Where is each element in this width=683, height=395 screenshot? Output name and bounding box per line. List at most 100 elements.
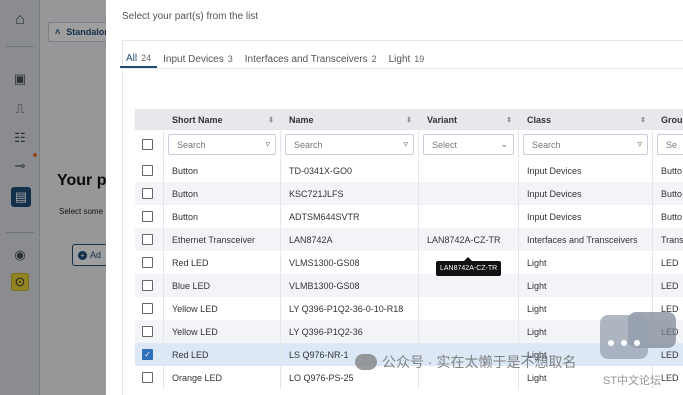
cell-name: ADTSM644SVTR <box>281 205 419 228</box>
cell-group: Butto <box>653 182 683 205</box>
sort-icon[interactable]: ⇕ <box>506 116 512 124</box>
class-search-input[interactable]: Search ▿ <box>523 134 648 155</box>
row-checkbox[interactable] <box>142 211 153 222</box>
cell-variant <box>419 159 519 182</box>
row-checkbox[interactable] <box>142 372 153 383</box>
tab-interfaces-and-transceivers[interactable]: Interfaces and Transceivers 2 <box>239 50 383 68</box>
tab-label: Interfaces and Transceivers <box>244 53 368 65</box>
name-search-input[interactable]: Search ▿ <box>285 134 414 155</box>
category-tabs: All 24 Input Devices 3 Interfaces and Tr… <box>120 50 430 70</box>
wechat-icon <box>355 354 377 370</box>
select-all-checkbox[interactable] <box>142 139 153 150</box>
column-header-group[interactable]: Grou <box>653 109 683 130</box>
cell-variant <box>419 297 519 320</box>
table-header: Short Name ⇕ Name ⇕ Variant ⇕ Class ⇕ Gr… <box>135 109 683 130</box>
cell-class: Input Devices <box>519 159 653 182</box>
cell-name: VLMS1300-GS08 <box>281 251 419 274</box>
name-filter-cell: Search ▿ <box>281 131 419 158</box>
tab-input-devices[interactable]: Input Devices 3 <box>157 50 239 68</box>
cell-name: KSC721JLFS <box>281 182 419 205</box>
select-all-cell <box>135 131 164 158</box>
sort-icon[interactable]: ⇕ <box>640 116 646 124</box>
dialog-title: Select your part(s) from the list <box>122 11 259 22</box>
cell-short-name: Orange LED <box>164 366 281 389</box>
cell-group: LED <box>653 251 683 274</box>
table-row[interactable]: Blue LED VLMB1300-GS08 Light LED <box>135 274 683 297</box>
sort-icon[interactable]: ⇕ <box>268 116 274 124</box>
tab-count: 2 <box>371 54 377 64</box>
row-checkbox[interactable] <box>142 326 153 337</box>
cell-class: Interfaces and Transceivers <box>519 228 653 251</box>
row-checkbox[interactable] <box>142 280 153 291</box>
filter-icon[interactable]: ▿ <box>265 139 270 150</box>
column-label: Short Name <box>172 114 223 125</box>
group-filter-cell: Se <box>653 131 683 158</box>
chat-bubble-icon <box>600 315 648 359</box>
row-checkbox[interactable] <box>142 165 153 176</box>
tab-light[interactable]: Light 19 <box>383 50 431 68</box>
row-checkbox[interactable] <box>142 303 153 314</box>
row-checkbox[interactable] <box>142 257 153 268</box>
watermark-secondary: ST中文论坛 <box>603 375 662 387</box>
cell-group: LED <box>653 274 683 297</box>
cell-name: VLMB1300-GS08 <box>281 274 419 297</box>
tab-label: Input Devices <box>163 53 224 65</box>
column-label: Variant <box>427 114 458 125</box>
cell-class: Light <box>519 251 653 274</box>
table-row[interactable]: Button KSC721JLFS Input Devices Butto <box>135 182 683 205</box>
row-checkbox[interactable] <box>142 234 153 245</box>
filter-icon[interactable]: ▿ <box>637 139 642 150</box>
cell-short-name: Button <box>164 182 281 205</box>
table-row[interactable]: Red LED VLMS1300-GS08 Light LED <box>135 251 683 274</box>
row-checkbox[interactable]: ✓ <box>142 349 153 360</box>
group-search-input[interactable]: Se <box>657 134 683 155</box>
cell-short-name: Button <box>164 205 281 228</box>
cell-variant <box>419 182 519 205</box>
tab-count: 19 <box>414 54 425 64</box>
filter-row: Search ▿ Search ▿ Select ⌄ Search ▿ Se <box>135 131 683 158</box>
tab-count: 24 <box>141 53 152 63</box>
tab-count: 3 <box>227 54 233 64</box>
cell-short-name: Red LED <box>164 343 281 366</box>
column-header-name[interactable]: Name ⇕ <box>281 109 419 130</box>
column-label: Name <box>289 114 314 125</box>
cell-name: TD-0341X-GO0 <box>281 159 419 182</box>
variant-filter-cell: Select ⌄ <box>419 131 519 158</box>
class-filter-cell: Search ▿ <box>519 131 653 158</box>
cell-short-name: Yellow LED <box>164 297 281 320</box>
table-row[interactable]: Yellow LED LY Q396-P1Q2-36-0-10-R18 Ligh… <box>135 297 683 320</box>
table-row[interactable]: Ethernet Transceiver LAN8742A LAN8742A-C… <box>135 228 683 251</box>
table-row[interactable]: Button ADTSM644SVTR Input Devices Butto <box>135 205 683 228</box>
tab-all[interactable]: All 24 <box>120 50 158 68</box>
short-name-search-input[interactable]: Search ▿ <box>168 134 276 155</box>
cell-short-name: Ethernet Transceiver <box>164 228 281 251</box>
variant-tooltip: LAN8742A-CZ-TR <box>436 257 502 276</box>
cell-short-name: Button <box>164 159 281 182</box>
cell-name: LY Q396-P1Q2-36-0-10-R18 <box>281 297 419 320</box>
column-label: Grou <box>661 114 683 125</box>
cell-class: Input Devices <box>519 205 653 228</box>
row-checkbox[interactable] <box>142 188 153 199</box>
chevron-down-icon: ⌄ <box>500 139 508 149</box>
cell-short-name: Red LED <box>164 251 281 274</box>
tab-label: Light <box>388 53 411 65</box>
column-header-short-name[interactable]: Short Name ⇕ <box>164 109 281 130</box>
table-row[interactable]: Button TD-0341X-GO0 Input Devices Butto <box>135 159 683 182</box>
cell-variant <box>419 274 519 297</box>
cell-class: Light <box>519 274 653 297</box>
watermark-text: 公众号 · 实在太懒于是不想取名 <box>382 354 577 370</box>
cell-variant: LAN8742A-CZ-TR <box>419 228 519 251</box>
part-selection-dialog: Select your part(s) from the list All 24… <box>106 0 683 395</box>
cell-short-name: Blue LED <box>164 274 281 297</box>
column-header-class[interactable]: Class ⇕ <box>519 109 653 130</box>
cell-group: Trans <box>653 228 683 251</box>
tab-label: All <box>126 52 138 64</box>
watermark: 公众号 · 实在太懒于是不想取名 <box>355 352 576 372</box>
variant-select[interactable]: Select ⌄ <box>423 134 514 155</box>
column-header-variant[interactable]: Variant ⇕ <box>419 109 519 130</box>
filter-icon[interactable]: ▿ <box>403 139 408 150</box>
short-name-filter-cell: Search ▿ <box>164 131 281 158</box>
column-label: Class <box>527 114 552 125</box>
sort-icon[interactable]: ⇕ <box>406 116 412 124</box>
cell-name: LAN8742A <box>281 228 419 251</box>
